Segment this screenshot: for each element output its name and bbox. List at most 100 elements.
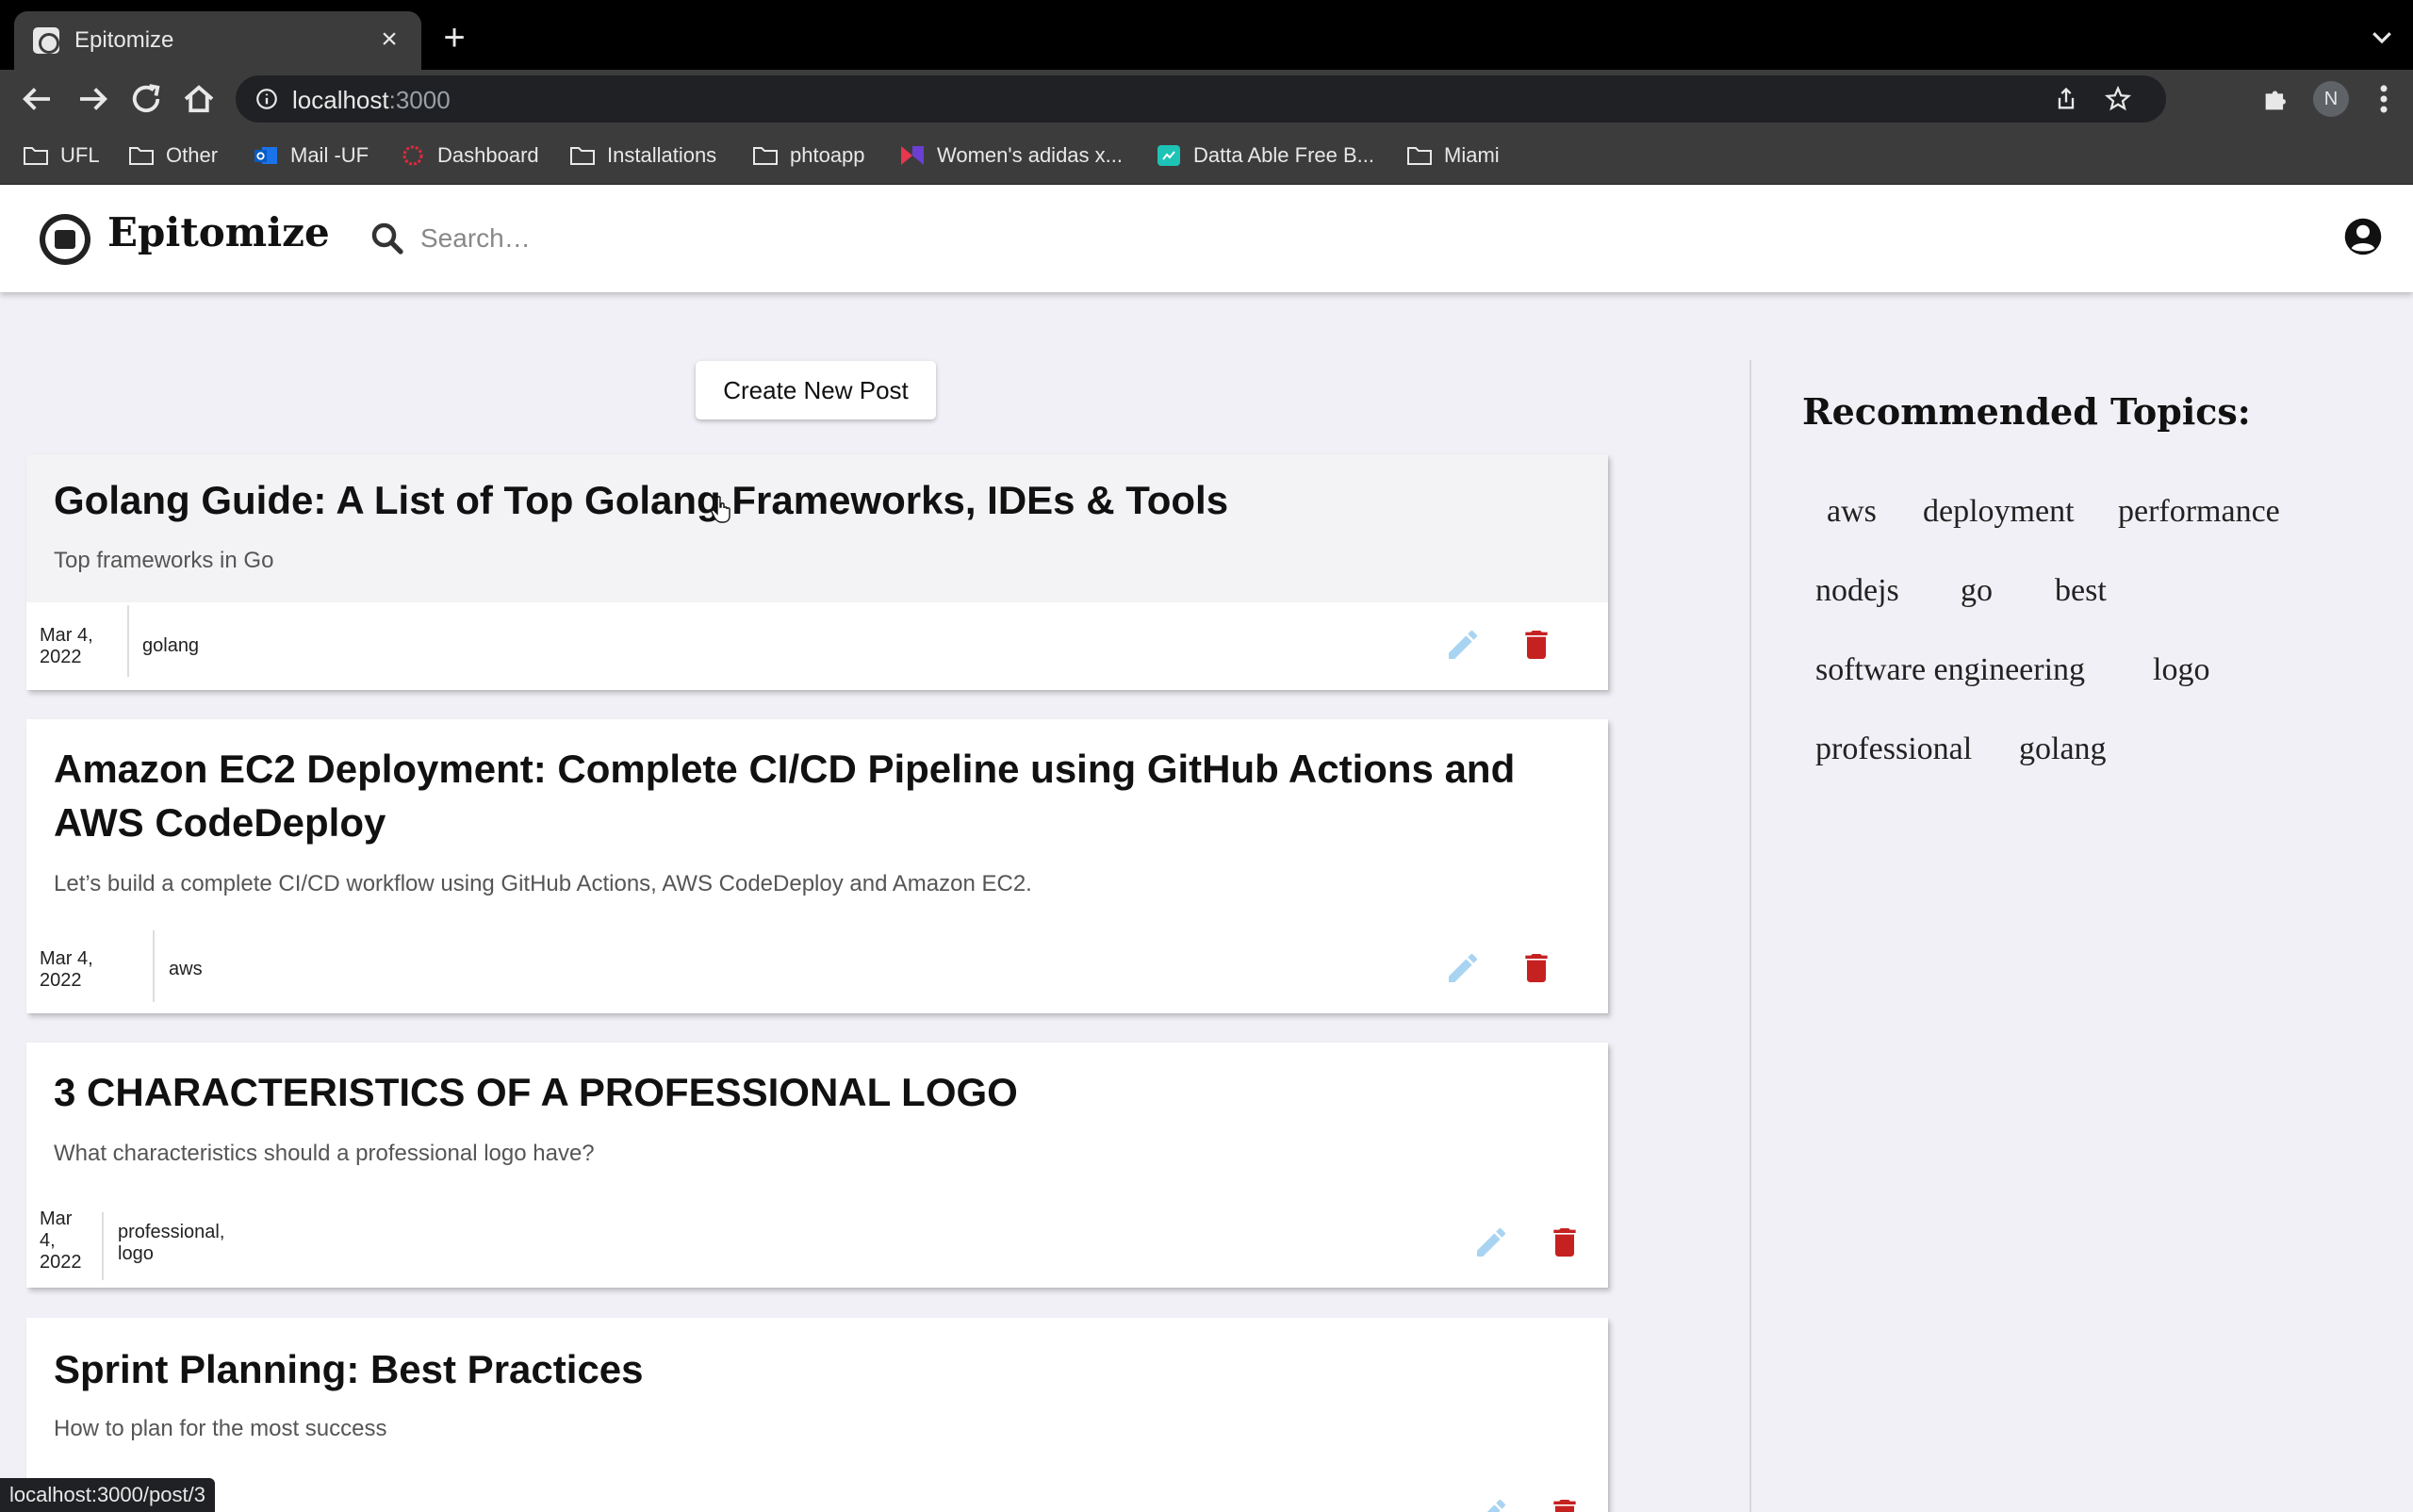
bookmark-label: Datta Able Free B... <box>1193 143 1374 167</box>
bookmark-installations[interactable]: Installations <box>569 141 716 170</box>
bookmark-label: Installations <box>607 143 717 167</box>
reload-icon[interactable] <box>126 79 166 119</box>
browser-toolbar: localhost:3000 N <box>0 70 2413 128</box>
delete-trash-icon[interactable] <box>1518 626 1555 664</box>
topic-chip[interactable]: software engineering <box>1815 652 2085 688</box>
share-icon[interactable] <box>2053 86 2079 112</box>
bookmark-adidas[interactable]: Women's adidas x... <box>899 141 1123 170</box>
post-title[interactable]: Amazon EC2 Deployment: Complete CI/CD Pi… <box>54 742 1581 849</box>
url-port: :3000 <box>388 86 451 114</box>
post-tag-line: professional, <box>118 1222 225 1242</box>
post-date-line: Mar 4, <box>40 948 93 969</box>
bookmark-datta-able[interactable]: Datta Able Free B... <box>1156 141 1374 170</box>
outlook-icon <box>254 147 277 164</box>
post-title[interactable]: 3 CHARACTERISTICS OF A PROFESSIONAL LOGO <box>54 1065 1581 1119</box>
bookmark-dashboard[interactable]: Dashboard <box>400 141 539 170</box>
url-text: localhost:3000 <box>292 86 451 115</box>
post-title[interactable]: Sprint Planning: Best Practices <box>54 1342 1581 1396</box>
bookmark-mail-uf[interactable]: Mail -UF <box>253 141 369 170</box>
bookmark-label: Other <box>166 143 219 167</box>
post-date-line: Mar 4, <box>40 625 93 646</box>
post-card[interactable]: Sprint Planning: Best Practices How to p… <box>26 1318 1608 1512</box>
bookmark-other[interactable]: Other <box>128 141 218 170</box>
post-tags: golang <box>142 635 199 657</box>
post-description: How to plan for the most success <box>54 1416 387 1441</box>
search-input[interactable] <box>420 217 1080 260</box>
post-title[interactable]: Golang Guide: A List of Top Golang Frame… <box>54 473 1581 527</box>
meta-divider <box>127 605 129 677</box>
post-description: Top frameworks in Go <box>54 548 274 573</box>
extensions-puzzle-icon[interactable] <box>2260 83 2292 115</box>
delete-trash-icon[interactable] <box>1546 1224 1584 1261</box>
folder-icon <box>1407 147 1432 165</box>
topic-chip[interactable]: nodejs <box>1815 573 1899 609</box>
recommended-topics-heading: Recommended Topics: <box>1802 390 2251 433</box>
new-tab-icon[interactable]: + <box>435 19 473 57</box>
close-tab-icon[interactable]: × <box>370 21 408 58</box>
delete-trash-icon[interactable] <box>1546 1495 1584 1512</box>
delete-trash-icon[interactable] <box>1518 949 1555 987</box>
bookmark-ufl[interactable]: UFL <box>23 141 100 170</box>
topic-chip[interactable]: golang <box>2019 731 2107 767</box>
topic-chip[interactable]: professional <box>1815 731 1972 767</box>
forward-arrow-icon[interactable] <box>74 79 113 119</box>
edit-pencil-icon[interactable] <box>1444 949 1482 987</box>
bookmark-star-icon[interactable] <box>2104 85 2132 113</box>
topic-chip[interactable]: aws <box>1827 494 1877 530</box>
dashboard-icon <box>402 145 423 166</box>
brand-name[interactable]: Epitomize <box>107 209 330 255</box>
post-tag-line: aws <box>169 959 203 979</box>
bookmark-label: Women's adidas x... <box>937 143 1123 167</box>
folder-icon <box>24 147 48 165</box>
back-arrow-icon[interactable] <box>17 79 57 119</box>
tab-title: Epitomize <box>74 27 174 53</box>
topic-chip[interactable]: go <box>1961 573 1993 609</box>
app-header: Epitomize <box>0 185 2413 292</box>
post-date-line: Mar <box>40 1208 73 1229</box>
datta-icon <box>1157 145 1180 166</box>
post-description: What characteristics should a profession… <box>54 1141 595 1166</box>
profile-avatar[interactable]: N <box>2313 81 2349 117</box>
topic-chip[interactable]: logo <box>2153 652 2209 688</box>
site-info-icon[interactable] <box>254 87 279 111</box>
adidas-icon <box>901 146 924 165</box>
url-host: localhost <box>292 86 389 114</box>
post-date-line: 2022 <box>40 970 82 991</box>
post-card[interactable]: Golang Guide: A List of Top Golang Frame… <box>26 454 1608 690</box>
browser-tab-strip: Epitomize × + <box>0 0 2413 70</box>
account-circle-icon[interactable] <box>2343 217 2383 256</box>
edit-pencil-icon[interactable] <box>1472 1495 1510 1512</box>
post-tags: professional, logo <box>118 1222 224 1265</box>
edit-pencil-icon[interactable] <box>1444 626 1482 664</box>
create-new-post-button[interactable]: Create New Post <box>696 361 936 419</box>
favicon-icon <box>33 27 59 54</box>
bookmark-phtoapp[interactable]: phtoapp <box>752 141 865 170</box>
post-card[interactable]: 3 CHARACTERISTICS OF A PROFESSIONAL LOGO… <box>26 1043 1608 1288</box>
topic-chip[interactable]: best <box>2055 573 2107 609</box>
browser-tab[interactable]: Epitomize × <box>14 11 421 70</box>
home-icon[interactable] <box>179 79 219 119</box>
folder-icon <box>129 147 154 165</box>
bookmark-label: phtoapp <box>790 143 865 167</box>
browser-menu-icon[interactable] <box>2370 81 2398 117</box>
bookmark-label: Miami <box>1444 143 1500 167</box>
meta-divider <box>153 930 155 1002</box>
post-tags: aws <box>169 959 203 980</box>
tab-search-chevron-icon[interactable] <box>2368 23 2396 51</box>
post-date-line: 4, <box>40 1230 56 1251</box>
topic-chip[interactable]: deployment <box>1923 494 2075 530</box>
edit-pencil-icon[interactable] <box>1472 1224 1510 1261</box>
bookmark-label: Mail -UF <box>290 143 369 167</box>
post-date-line: 2022 <box>40 647 82 667</box>
link-preview-status: localhost:3000/post/3 <box>0 1478 215 1512</box>
folder-icon <box>753 147 778 165</box>
topic-chip[interactable]: performance <box>2118 494 2280 530</box>
logo-icon[interactable] <box>40 214 90 265</box>
bookmark-miami[interactable]: Miami <box>1406 141 1500 170</box>
post-date-line: 2022 <box>40 1252 82 1273</box>
sidebar-divider <box>1749 360 1751 1512</box>
post-card[interactable]: Amazon EC2 Deployment: Complete CI/CD Pi… <box>26 719 1608 1013</box>
address-bar[interactable]: localhost:3000 <box>236 75 2166 123</box>
meta-divider <box>102 1212 104 1280</box>
post-description: Let’s build a complete CI/CD workflow us… <box>54 871 1032 896</box>
